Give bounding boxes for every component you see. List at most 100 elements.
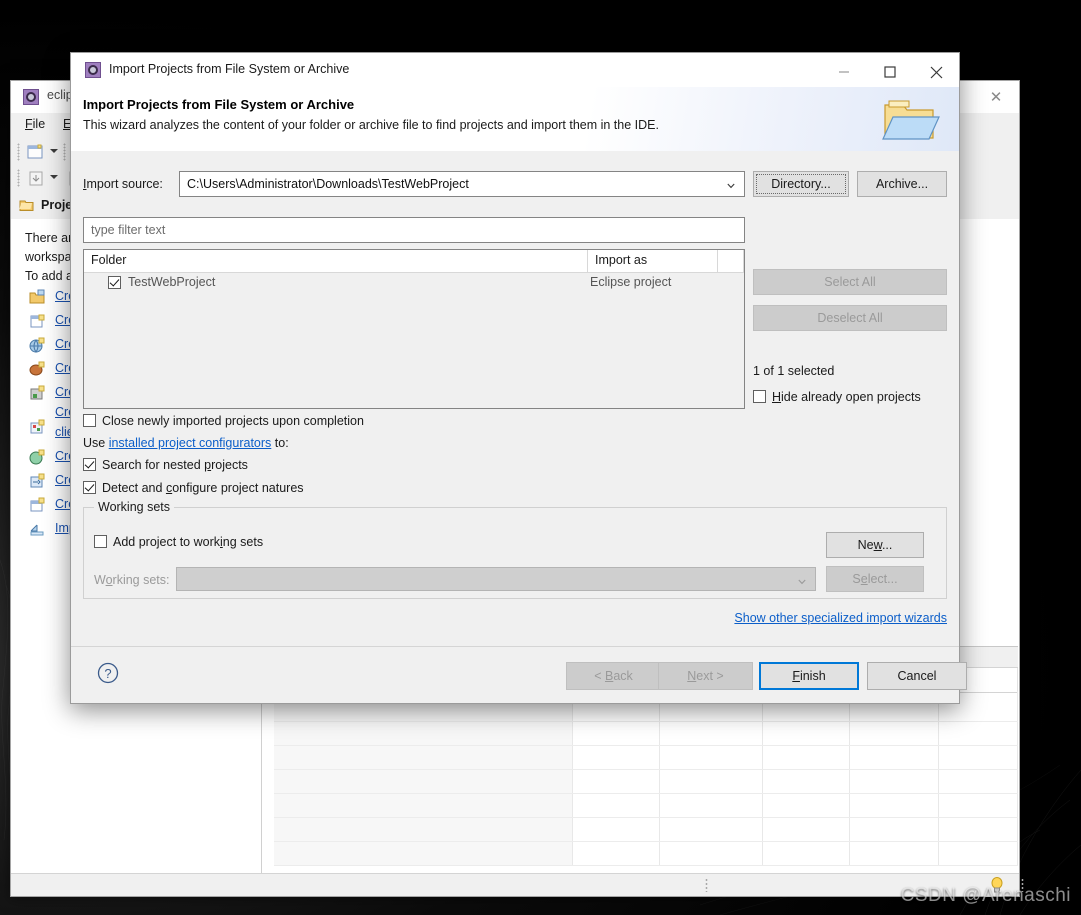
new-generic-project-icon bbox=[30, 497, 45, 512]
archive-button[interactable]: Archive... bbox=[857, 171, 947, 197]
select-working-set-label: Select... bbox=[852, 572, 898, 586]
configurators-prefix: Use bbox=[83, 436, 109, 450]
hide-open-projects-checkbox-row[interactable]: Hide already open projects bbox=[753, 389, 921, 404]
import-projects-icon bbox=[30, 524, 44, 536]
add-to-working-sets-label: Add project to working sets bbox=[113, 534, 264, 549]
installed-configurators-link[interactable]: installed project configurators bbox=[109, 436, 272, 450]
chevron-down-icon[interactable] bbox=[798, 578, 806, 586]
back-button-label: < Back bbox=[594, 669, 633, 683]
csdn-watermark: CSDN @Arenaschi bbox=[900, 885, 1071, 906]
folder-import-icon bbox=[882, 100, 940, 140]
working-sets-combo[interactable] bbox=[176, 567, 816, 591]
close-icon[interactable] bbox=[913, 53, 959, 87]
new-wizard-icon[interactable] bbox=[25, 141, 47, 163]
deselect-all-button[interactable]: Deselect All bbox=[753, 305, 947, 331]
status-grip[interactable] bbox=[705, 878, 708, 892]
next-button[interactable]: Next > bbox=[658, 662, 753, 690]
dialog-content: Import source: C:\Users\Administrator\Do… bbox=[71, 151, 959, 647]
working-sets-group: Working sets Add project to working sets… bbox=[83, 500, 947, 599]
svg-text:?: ? bbox=[104, 666, 111, 681]
add-to-working-sets-checkbox[interactable] bbox=[94, 535, 107, 549]
select-all-label: Select All bbox=[824, 275, 876, 289]
column-header-import-as[interactable]: Import as bbox=[588, 250, 718, 272]
new-static-web-project-icon bbox=[30, 473, 45, 488]
import-icon[interactable] bbox=[25, 167, 47, 189]
focus-ring bbox=[756, 174, 846, 194]
project-import-as: Eclipse project bbox=[590, 275, 672, 289]
column-header-folder[interactable]: Folder bbox=[84, 250, 588, 272]
new-ejb-project-icon bbox=[29, 361, 45, 376]
back-button[interactable]: < Back bbox=[566, 662, 661, 690]
toolbar-grip[interactable] bbox=[17, 143, 20, 161]
detect-configure-natures-label: Detect and configure project natures bbox=[102, 480, 304, 495]
column-header-blank bbox=[718, 250, 744, 272]
dialog-header-description: This wizard analyzes the content of your… bbox=[83, 118, 659, 132]
table-row[interactable] bbox=[274, 842, 1019, 866]
import-wizard-dialog: Import Projects from File System or Arch… bbox=[70, 52, 967, 704]
table-row[interactable] bbox=[274, 746, 1019, 770]
filter-input[interactable]: type filter text bbox=[83, 217, 745, 243]
filter-placeholder: type filter text bbox=[91, 223, 166, 237]
table-row[interactable] bbox=[274, 770, 1019, 794]
dialog-footer: ? < Back Next > Finish Cancel bbox=[71, 646, 967, 703]
dialog-header-title: Import Projects from File System or Arch… bbox=[83, 97, 355, 112]
hide-open-projects-checkbox[interactable] bbox=[753, 390, 766, 404]
dialog-titlebar[interactable]: Import Projects from File System or Arch… bbox=[71, 53, 959, 87]
new-connector-project-icon bbox=[29, 449, 45, 465]
working-sets-group-title: Working sets bbox=[94, 500, 175, 514]
working-sets-combo-label: Working sets: bbox=[94, 573, 170, 587]
new-working-set-label: New... bbox=[857, 538, 893, 552]
detect-configure-natures-row[interactable]: Detect and configure project natures bbox=[83, 480, 304, 495]
finish-button[interactable]: Finish bbox=[759, 662, 859, 690]
table-row[interactable] bbox=[274, 818, 1019, 842]
import-source-value: C:\Users\Administrator\Downloads\TestWeb… bbox=[187, 177, 469, 191]
menu-file[interactable]: File bbox=[25, 117, 45, 131]
configurators-suffix: to: bbox=[271, 436, 289, 450]
import-dropdown-icon[interactable] bbox=[50, 175, 58, 179]
help-icon[interactable]: ? bbox=[97, 662, 119, 684]
show-other-wizards-link[interactable]: Show other specialized import wizards bbox=[734, 611, 947, 625]
import-source-combo[interactable]: C:\Users\Administrator\Downloads\TestWeb… bbox=[179, 171, 745, 197]
table-row[interactable]: TestWebProject Eclipse project bbox=[84, 272, 744, 294]
eclipse-icon bbox=[23, 89, 39, 105]
project-checkbox[interactable] bbox=[108, 276, 121, 289]
new-enterprise-app-icon bbox=[30, 385, 45, 400]
tree-body: TestWebProject Eclipse project bbox=[84, 272, 744, 408]
select-all-button[interactable]: Select All bbox=[753, 269, 947, 295]
detect-configure-natures-checkbox[interactable] bbox=[83, 481, 96, 495]
eclipse-icon bbox=[85, 62, 101, 78]
new-web-project-icon bbox=[29, 337, 45, 353]
import-source-label: Import source: bbox=[83, 177, 163, 191]
next-button-label: Next > bbox=[687, 669, 724, 683]
projects-tree[interactable]: Folder Import as TestWebProject Eclipse … bbox=[83, 249, 745, 409]
toolbar-grip-3[interactable] bbox=[17, 169, 20, 187]
new-app-client-icon bbox=[30, 419, 45, 434]
add-to-working-sets-row[interactable]: Add project to working sets bbox=[94, 534, 263, 549]
cancel-button-label: Cancel bbox=[897, 669, 937, 683]
hide-open-projects-label: Hide already open projects bbox=[772, 389, 921, 404]
select-working-set-button[interactable]: Select... bbox=[826, 566, 924, 592]
close-imported-projects-checkbox[interactable] bbox=[83, 414, 96, 428]
problems-table-rows bbox=[274, 691, 1019, 874]
new-wizard-dropdown-icon[interactable] bbox=[50, 149, 58, 153]
table-row[interactable] bbox=[274, 722, 1019, 746]
search-nested-projects-checkbox[interactable] bbox=[83, 458, 96, 472]
chevron-down-icon[interactable] bbox=[727, 182, 735, 190]
search-nested-projects-label: Search for nested projects bbox=[102, 457, 248, 472]
close-imported-projects-row[interactable]: Close newly imported projects upon compl… bbox=[83, 413, 364, 428]
search-nested-projects-row[interactable]: Search for nested projects bbox=[83, 457, 248, 472]
eclipse-close-icon[interactable]: ✕ bbox=[985, 87, 1007, 107]
tree-header: Folder Import as bbox=[84, 250, 744, 273]
other-wizards-link-wrap[interactable]: Show other specialized import wizards bbox=[734, 611, 947, 625]
toolbar-grip-2[interactable] bbox=[63, 143, 66, 161]
directory-button[interactable]: Directory... bbox=[753, 171, 849, 197]
archive-button-label: Archive... bbox=[875, 177, 929, 191]
table-row[interactable] bbox=[274, 794, 1019, 818]
new-working-set-button[interactable]: New... bbox=[826, 532, 924, 558]
project-explorer-icon bbox=[19, 200, 34, 211]
cancel-button[interactable]: Cancel bbox=[867, 662, 967, 690]
minimize-icon[interactable] bbox=[821, 53, 867, 87]
maximize-icon[interactable] bbox=[867, 53, 913, 87]
new-java-project-icon bbox=[29, 289, 45, 304]
dialog-title-text: Import Projects from File System or Arch… bbox=[109, 62, 350, 76]
